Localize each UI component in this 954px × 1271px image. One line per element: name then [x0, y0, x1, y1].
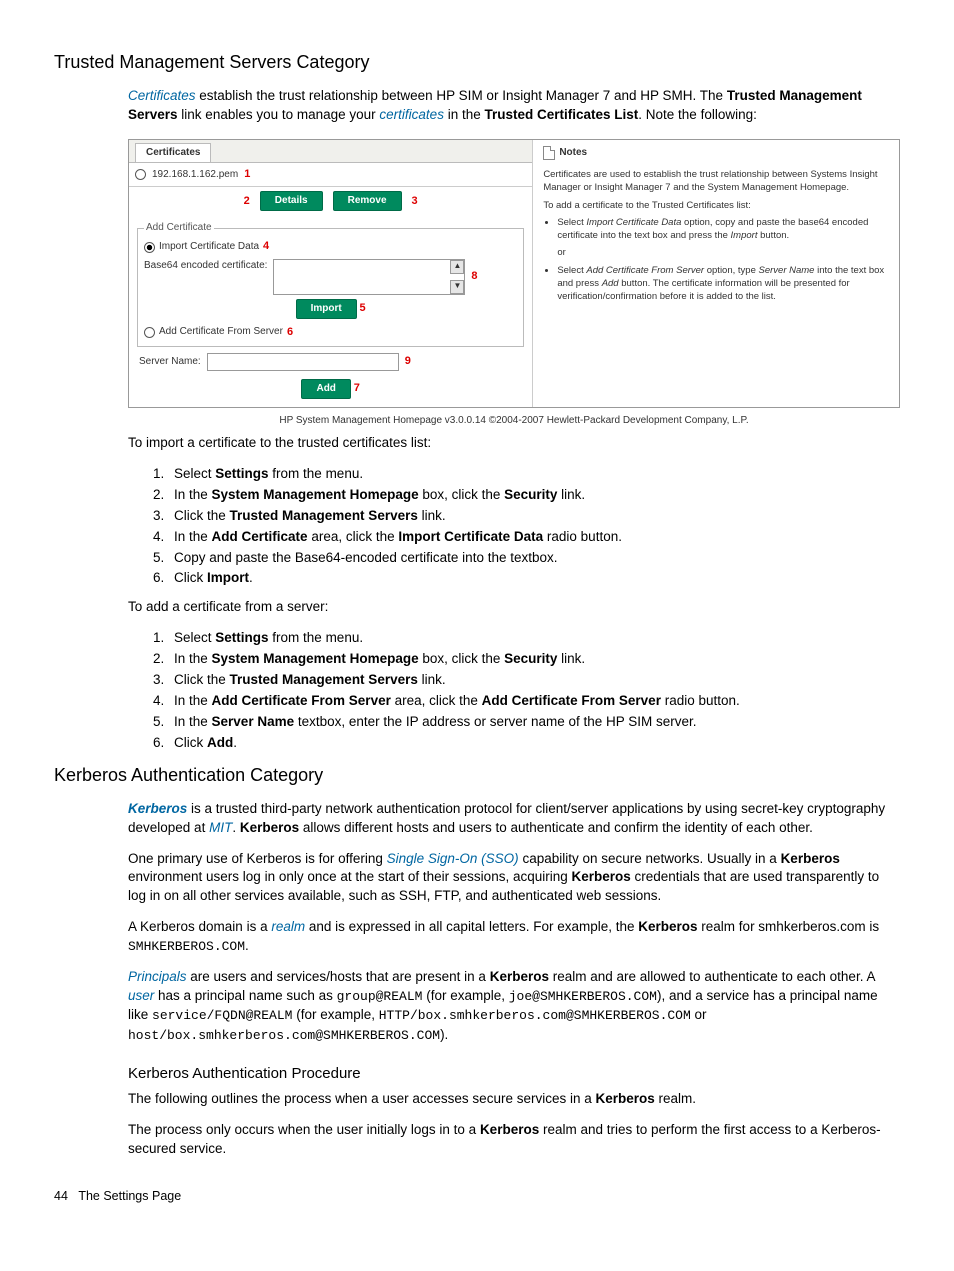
notes-or: or: [557, 246, 889, 259]
add-certificate-fieldset: Add Certificate Import Certificate Data …: [137, 221, 524, 347]
radio-import-data: [144, 242, 155, 253]
notes-p1: Certificates are used to establish the t…: [543, 168, 889, 195]
link-realm[interactable]: realm: [271, 919, 305, 934]
subsection-heading-procedure: Kerberos Authentication Procedure: [128, 1063, 900, 1084]
callout-7: 7: [354, 382, 360, 394]
radio-file: [135, 169, 146, 180]
import-button: Import: [296, 299, 357, 319]
list-item: Copy and paste the Base64-encoded certif…: [168, 549, 900, 568]
details-button: Details: [260, 191, 323, 211]
label-import-data: Import Certificate Data: [159, 240, 259, 254]
import-intro: To import a certificate to the trusted c…: [128, 434, 900, 453]
screenshot-left-pane: Certificates 192.168.1.162.pem 1 2 Detai…: [129, 140, 533, 407]
list-item: Click the Trusted Management Servers lin…: [168, 671, 900, 690]
kerberos-p4: Principals are users and services/hosts …: [128, 968, 900, 1044]
link-principals[interactable]: Principals: [128, 969, 187, 984]
kerberos-p5: The following outlines the process when …: [128, 1090, 900, 1109]
list-item: Select Settings from the menu.: [168, 629, 900, 648]
label-add-from-server: Add Certificate From Server: [159, 325, 283, 339]
notes-icon: [543, 146, 555, 160]
add-steps: Select Settings from the menu. In the Sy…: [128, 629, 900, 752]
list-item: Click Import.: [168, 569, 900, 588]
file-name: 192.168.1.162.pem: [152, 168, 238, 182]
kerberos-p2: One primary use of Kerberos is for offer…: [128, 850, 900, 907]
figure-caption: HP System Management Homepage v3.0.0.14 …: [128, 414, 900, 428]
notes-li1: Select Import Certificate Data option, c…: [557, 216, 889, 243]
scroll-down-icon: ▼: [450, 280, 464, 294]
link-kerberos[interactable]: Kerberos: [128, 801, 187, 816]
link-certificates-2[interactable]: certificates: [379, 107, 444, 122]
callout-2: 2: [244, 194, 250, 209]
footer-label: The Settings Page: [78, 1189, 181, 1203]
list-item: In the System Management Homepage box, c…: [168, 486, 900, 505]
notes-p2: To add a certificate to the Trusted Cert…: [543, 199, 889, 212]
kerberos-p1: Kerberos is a trusted third-party networ…: [128, 800, 900, 838]
list-item: In the Server Name textbox, enter the IP…: [168, 713, 900, 732]
kerberos-p3: A Kerberos domain is a realm and is expr…: [128, 918, 900, 956]
scroll-up-icon: ▲: [450, 260, 464, 274]
label-server-name: Server Name:: [139, 355, 201, 369]
callout-4: 4: [263, 239, 269, 254]
page-number: 44: [54, 1189, 68, 1203]
tab-certificates: Certificates: [135, 143, 211, 162]
link-user[interactable]: user: [128, 988, 154, 1003]
list-item: Click the Trusted Management Servers lin…: [168, 507, 900, 526]
link-sso[interactable]: Single Sign-On (SSO): [387, 851, 519, 866]
add-intro: To add a certificate from a server:: [128, 598, 900, 617]
add-button: Add: [301, 379, 350, 399]
callout-3: 3: [412, 194, 418, 209]
base64-textarea: ▲ ▼: [273, 259, 465, 295]
list-item: Click Add.: [168, 734, 900, 753]
page-footer: 44 The Settings Page: [54, 1188, 900, 1206]
callout-1: 1: [244, 167, 250, 182]
radio-add-from-server: [144, 327, 155, 338]
list-item: Select Settings from the menu.: [168, 465, 900, 484]
callout-9: 9: [405, 354, 411, 369]
list-item: In the System Management Homepage box, c…: [168, 650, 900, 669]
callout-5: 5: [360, 302, 366, 314]
section-heading-kerberos: Kerberos Authentication Category: [54, 763, 900, 788]
link-mit[interactable]: MIT: [209, 820, 232, 835]
label-base64: Base64 encoded certificate:: [144, 259, 267, 273]
section-heading-trusted: Trusted Management Servers Category: [54, 50, 900, 75]
server-name-input: [207, 353, 399, 371]
callout-8: 8: [471, 269, 477, 284]
fieldset-legend: Add Certificate: [144, 221, 214, 235]
list-item: In the Add Certificate From Server area,…: [168, 692, 900, 711]
list-item: In the Add Certificate area, click the I…: [168, 528, 900, 547]
notes-li2: Select Add Certificate From Server optio…: [557, 264, 889, 304]
callout-6: 6: [287, 325, 293, 340]
screenshot-figure: Certificates 192.168.1.162.pem 1 2 Detai…: [128, 139, 900, 428]
intro-paragraph: Certificates establish the trust relatio…: [128, 87, 900, 125]
import-steps: Select Settings from the menu. In the Sy…: [128, 465, 900, 588]
kerberos-p6: The process only occurs when the user in…: [128, 1121, 900, 1159]
link-certificates[interactable]: Certificates: [128, 88, 196, 103]
remove-button: Remove: [333, 191, 402, 211]
notes-title: Notes: [559, 146, 587, 160]
screenshot-notes-pane: Notes Certificates are used to establish…: [533, 140, 899, 407]
